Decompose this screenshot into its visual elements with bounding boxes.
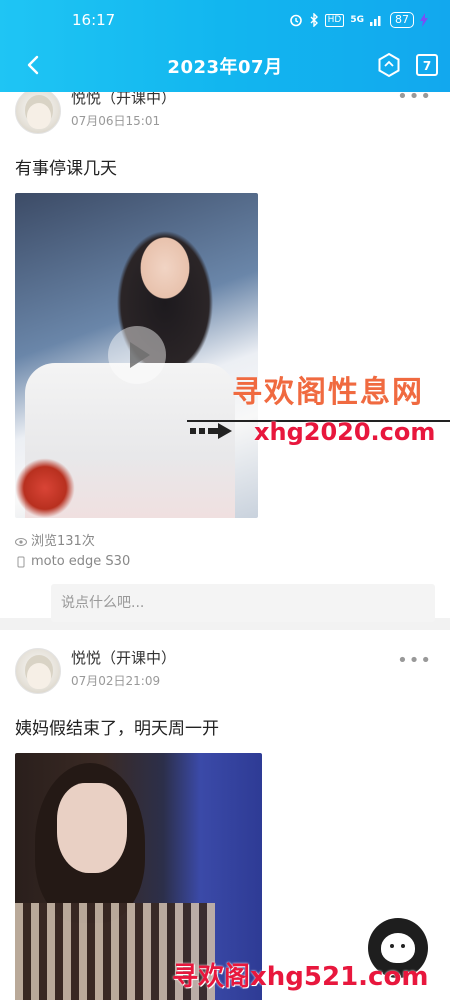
feed: 悦悦（开课中） 07月06日15:01 ••• 有事停课几天 浏览131次 mo… [0,86,450,1000]
signal-bars-icon [370,16,381,26]
view-count: 浏览131次 [15,532,435,552]
view-count-text: 浏览131次 [31,534,95,549]
comment-input[interactable]: 说点什么吧... [51,584,435,622]
post-card: 悦悦（开课中） 07月06日15:01 ••• 有事停课几天 浏览131次 mo… [0,86,450,622]
post-time: 07月06日15:01 [71,114,161,128]
nav-bar: 2023年07月 7 [0,40,450,92]
post-text: 姨妈假结束了，明天周一开 [15,719,219,739]
nav-actions: 7 [376,52,438,78]
phone-icon [17,556,25,568]
status-icons: HD 5G 87 [289,12,428,28]
author-info: 悦悦（开课中） 07月02日21:09 [71,648,176,689]
calendar-day: 7 [422,59,432,73]
avatar[interactable] [15,648,61,694]
post-author: 悦悦（开课中） 07月06日15:01 ••• [15,86,435,146]
watermark-site-url: xhg2020.com [254,418,436,446]
watermark-footer: 寻欢阁xhg521.com [172,962,429,992]
alarm-icon [289,14,302,27]
status-bar: 16:17 HD 5G 87 [0,0,450,40]
avatar[interactable] [15,88,61,134]
back-arrow-icon[interactable] [22,53,46,77]
arrow-right-icon [190,423,232,439]
hexagon-icon[interactable] [376,52,402,78]
more-options-icon[interactable]: ••• [397,650,432,671]
device-info: moto edge S30 [15,552,435,572]
watermark-site-name: 寻欢阁性息网 [232,375,424,410]
post-video[interactable] [15,193,258,518]
play-button[interactable] [108,326,166,384]
charging-icon [420,13,428,27]
status-time: 16:17 [72,11,116,29]
play-icon [130,342,150,368]
post-time: 07月02日21:09 [71,674,161,688]
post-text: 有事停课几天 [15,159,117,179]
battery-icon: 87 [390,12,414,28]
author-name[interactable]: 悦悦（开课中） [71,648,176,668]
device-text: moto edge S30 [31,554,131,569]
author-info: 悦悦（开课中） 07月06日15:01 [71,88,176,129]
bluetooth-icon [310,13,318,27]
post-meta: 浏览131次 moto edge S30 [15,532,435,572]
post-author: 悦悦（开课中） 07月02日21:09 ••• [15,648,435,706]
eye-icon [15,538,27,546]
5g-signal-icon: 5G [350,15,364,25]
hd-icon: HD [324,13,345,27]
calendar-icon[interactable]: 7 [416,54,438,76]
top-app-bar: 16:17 HD 5G 87 2023年07月 7 [0,0,450,92]
image-content [57,783,127,873]
